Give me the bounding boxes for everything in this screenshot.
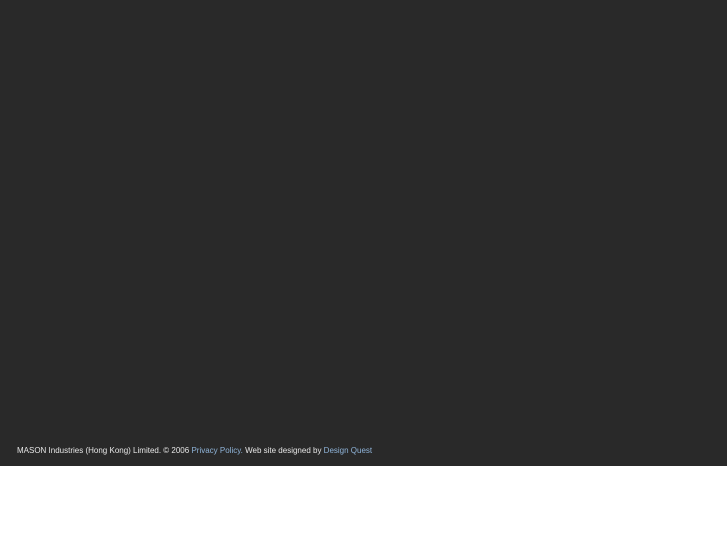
privacy-policy-link[interactable]: Privacy Policy. [191,446,242,455]
page: MASON Industries (Hong Kong) Limited. © … [0,0,727,545]
main-content-area [0,0,727,466]
design-quest-link[interactable]: Design Quest [324,446,372,455]
blank-area [0,466,727,545]
footer: MASON Industries (Hong Kong) Limited. © … [17,446,372,456]
designed-by-text: Web site designed by [245,446,322,455]
copyright-text: MASON Industries (Hong Kong) Limited. © … [17,446,190,455]
